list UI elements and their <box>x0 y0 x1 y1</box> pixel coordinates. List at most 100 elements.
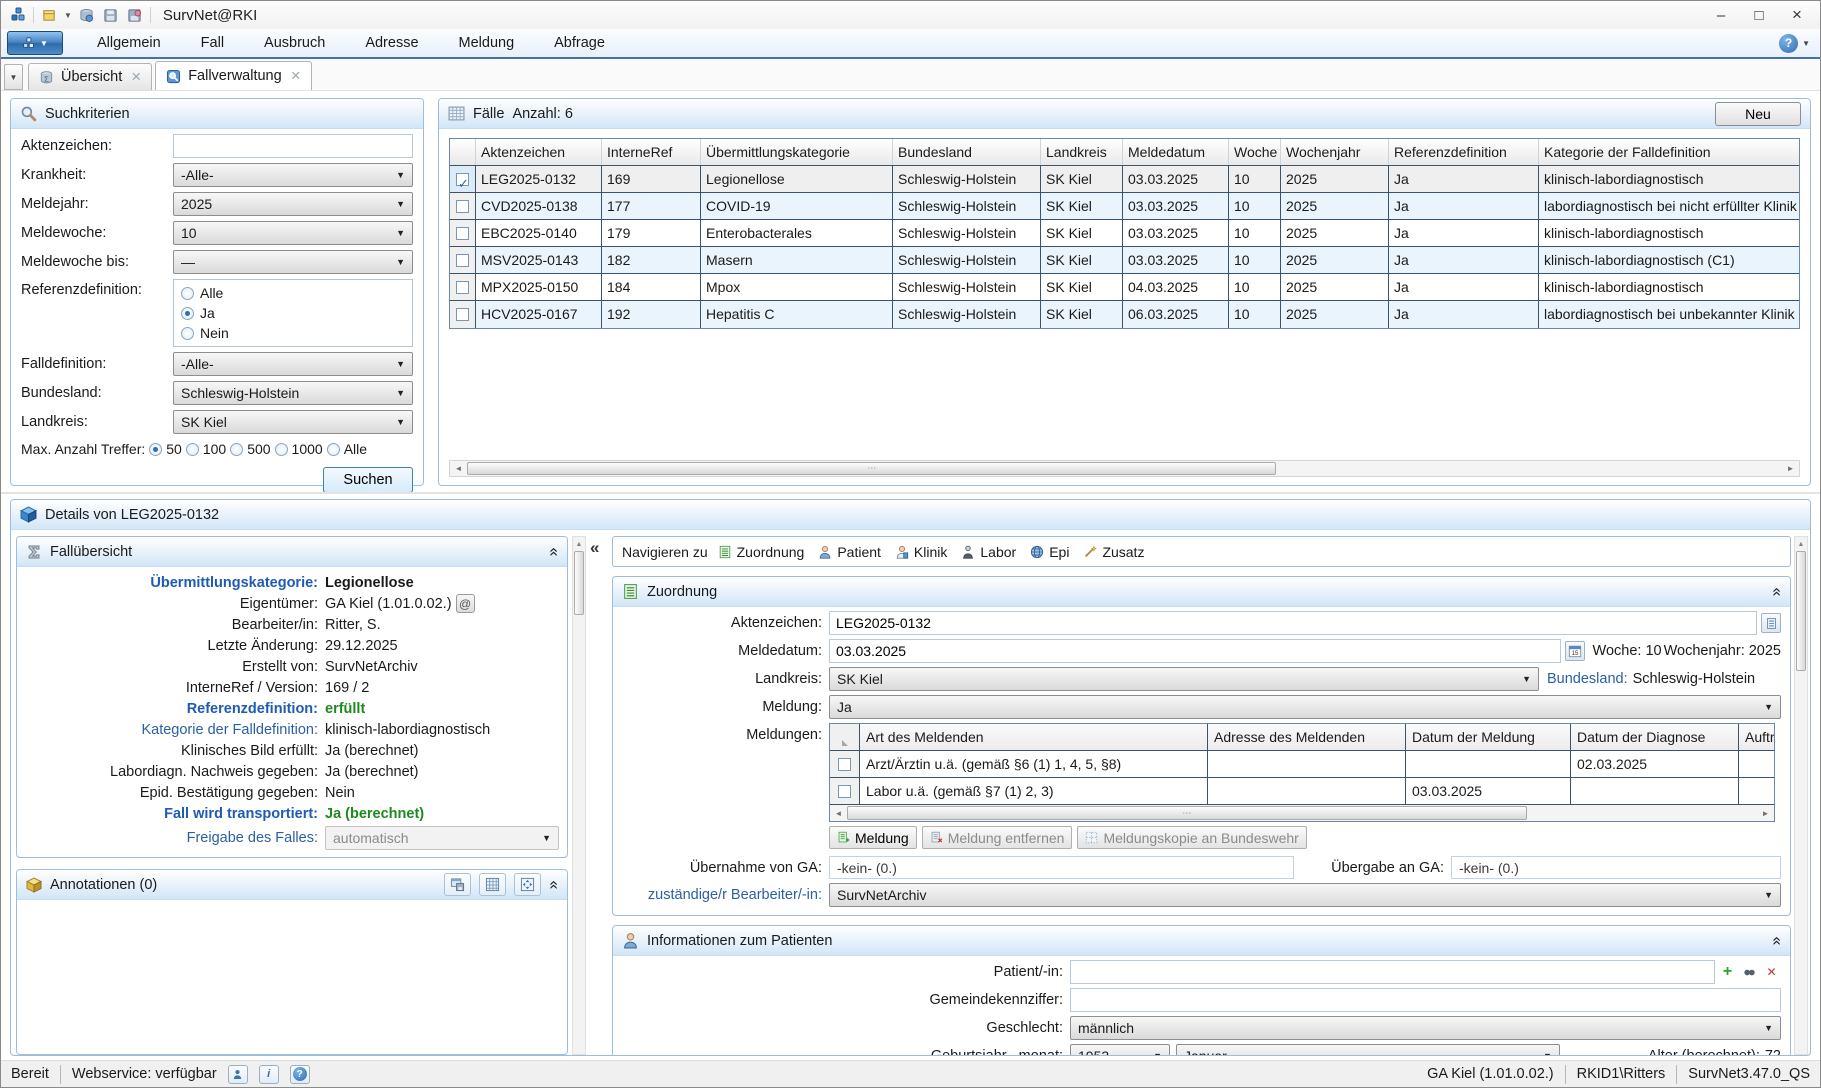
aktenzeichen-input[interactable] <box>829 611 1757 635</box>
column-header[interactable]: Wochenjahr <box>1281 139 1389 165</box>
menu-abfrage[interactable]: Abfrage <box>534 31 625 55</box>
table-row[interactable]: LEG2025-0132169LegionelloseSchleswig-Hol… <box>450 166 1799 193</box>
row-checkbox[interactable] <box>450 220 476 246</box>
search-patient-icon[interactable] <box>1740 963 1759 982</box>
meldung-dropdown[interactable]: Ja <box>829 695 1781 719</box>
email-owner-button[interactable] <box>456 594 475 613</box>
meldung-remove-button[interactable]: Meldung entfernen <box>922 826 1073 849</box>
field-label-link[interactable]: Freigabe des Falles: <box>25 830 325 846</box>
row-checkbox[interactable] <box>450 301 476 328</box>
collapse-right-pane-icon[interactable] <box>590 538 599 557</box>
column-header[interactable]: Referenzdefinition <box>1389 139 1539 165</box>
quick-open-icon[interactable] <box>78 6 96 24</box>
radio-option-100[interactable]: 100 <box>186 439 226 459</box>
menu-meldung[interactable]: Meldung <box>439 31 535 55</box>
column-header[interactable]: Datum der Diagnose <box>1571 724 1739 750</box>
collapse-panel-icon[interactable] <box>1768 936 1786 945</box>
quick-save-icon[interactable] <box>102 6 120 24</box>
radio-option-1000[interactable]: 1000 <box>275 439 323 459</box>
scrollbar-thumb[interactable] <box>1796 551 1806 671</box>
menu-adresse[interactable]: Adresse <box>345 31 438 55</box>
column-header[interactable]: Auftr <box>1739 724 1774 750</box>
scroll-right-icon[interactable] <box>1757 805 1774 821</box>
landkreis-dropdown[interactable]: SK Kiel <box>173 410 413 434</box>
scroll-up-icon[interactable] <box>573 537 585 551</box>
radio-option-alle[interactable]: Alle <box>327 439 367 459</box>
table-row[interactable]: Labor u.ä. (gemäß §7 (1) 2, 3) 03.03.202… <box>830 778 1774 805</box>
cases-horizontal-scrollbar[interactable] <box>449 460 1800 477</box>
meldejahr-dropdown[interactable]: 2025 <box>173 192 413 216</box>
quick-new-icon[interactable] <box>40 6 58 24</box>
column-header[interactable]: Art des Meldenden <box>860 724 1208 750</box>
menu-ausbruch[interactable]: Ausbruch <box>244 31 345 55</box>
close-button[interactable] <box>1778 3 1816 27</box>
bearbeiter-label-link[interactable]: zuständige/r Bearbeiter/-in: <box>622 887 829 903</box>
suchen-button[interactable]: Suchen <box>323 467 413 493</box>
application-menu-button[interactable] <box>7 31 63 55</box>
field-label-link[interactable]: Kategorie der Falldefinition: <box>25 722 325 738</box>
nav-link-patient[interactable]: Patient <box>814 544 885 560</box>
radio-option-50[interactable]: 50 <box>149 439 182 459</box>
column-header[interactable]: Datum der Meldung <box>1406 724 1571 750</box>
add-patient-icon[interactable] <box>1718 963 1737 982</box>
tab-close-icon[interactable] <box>131 67 141 87</box>
details-right-scrollbar[interactable] <box>1794 536 1808 1055</box>
tab-fallverwaltung[interactable]: Fallverwaltung <box>155 61 311 90</box>
tab-list-dropdown-button[interactable] <box>4 64 23 90</box>
table-row[interactable]: CVD2025-0138177COVID-19Schleswig-Holstei… <box>450 193 1799 220</box>
maximize-button[interactable] <box>1740 3 1778 27</box>
sort-column-header[interactable] <box>830 724 860 750</box>
menu-allgemein[interactable]: Allgemein <box>77 31 181 55</box>
gemeindekennziffer-input[interactable] <box>1070 988 1781 1012</box>
help-button[interactable] <box>1779 34 1814 53</box>
radio-option-500[interactable]: 500 <box>230 439 270 459</box>
quick-export-icon[interactable] <box>126 6 144 24</box>
meldedatum-input[interactable] <box>829 639 1561 663</box>
column-header[interactable]: InterneRef <box>602 139 701 165</box>
nav-link-klinik[interactable]: Klinik <box>891 544 951 560</box>
scroll-left-icon[interactable] <box>450 461 467 476</box>
collapse-panel-icon[interactable] <box>545 880 563 889</box>
column-header[interactable]: Bundesland <box>893 139 1041 165</box>
falldefinition-dropdown[interactable]: -Alle- <box>173 352 413 376</box>
geschlecht-dropdown[interactable]: männlich <box>1070 1016 1781 1040</box>
freigabe-dropdown[interactable]: automatisch <box>325 826 559 850</box>
collapse-panel-icon[interactable] <box>545 547 563 556</box>
nav-link-zuordnung[interactable]: Zuordnung <box>714 544 809 560</box>
collapse-panel-icon[interactable] <box>1768 587 1786 596</box>
nav-link-zusatz[interactable]: Zusatz <box>1079 544 1148 560</box>
landkreis-dropdown[interactable]: SK Kiel <box>829 667 1539 691</box>
scrollbar-thumb[interactable] <box>847 806 1527 820</box>
bundesland-dropdown[interactable]: Schleswig-Holstein <box>173 381 413 405</box>
radio-option-ja[interactable]: Ja <box>181 303 405 323</box>
bearbeiter-dropdown[interactable]: SurvNetArchiv <box>829 883 1781 907</box>
column-header[interactable]: Woche <box>1229 139 1281 165</box>
section-splitter[interactable] <box>1 492 1820 494</box>
calendar-button[interactable]: 15 <box>1565 641 1585 661</box>
scroll-right-icon[interactable] <box>1782 461 1799 476</box>
meldung-add-button[interactable]: Meldung <box>829 826 917 849</box>
menu-fall[interactable]: Fall <box>181 31 244 55</box>
help-icon[interactable] <box>290 1065 310 1084</box>
minimize-button[interactable] <box>1702 3 1740 27</box>
neu-button[interactable]: Neu <box>1715 102 1801 126</box>
row-checkbox[interactable] <box>450 247 476 273</box>
aktenzeichen-input[interactable] <box>173 134 413 158</box>
meldungen-horizontal-scrollbar[interactable] <box>830 805 1774 821</box>
annotation-expand-button[interactable] <box>514 873 541 896</box>
radio-option-nein[interactable]: Nein <box>181 323 405 343</box>
scrollbar-thumb[interactable] <box>467 462 1276 475</box>
column-header[interactable]: Kategorie der Falldefinition <box>1539 139 1799 165</box>
nav-link-epi[interactable]: Epi <box>1026 544 1073 560</box>
geburtsmonat-dropdown[interactable]: Januar <box>1176 1044 1560 1055</box>
tab-close-icon[interactable] <box>291 66 301 86</box>
patient-input[interactable] <box>1070 960 1715 984</box>
table-row[interactable]: MPX2025-0150184MpoxSchleswig-HolsteinSK … <box>450 274 1799 301</box>
column-header[interactable]: Aktenzeichen <box>476 139 602 165</box>
table-row[interactable]: MSV2025-0143182MasernSchleswig-HolsteinS… <box>450 247 1799 274</box>
info-icon[interactable] <box>259 1065 279 1084</box>
row-checkbox[interactable] <box>450 193 476 219</box>
row-checkbox[interactable] <box>450 274 476 300</box>
meldewoche-dropdown[interactable]: 10 <box>173 221 413 245</box>
column-header[interactable]: Landkreis <box>1041 139 1123 165</box>
